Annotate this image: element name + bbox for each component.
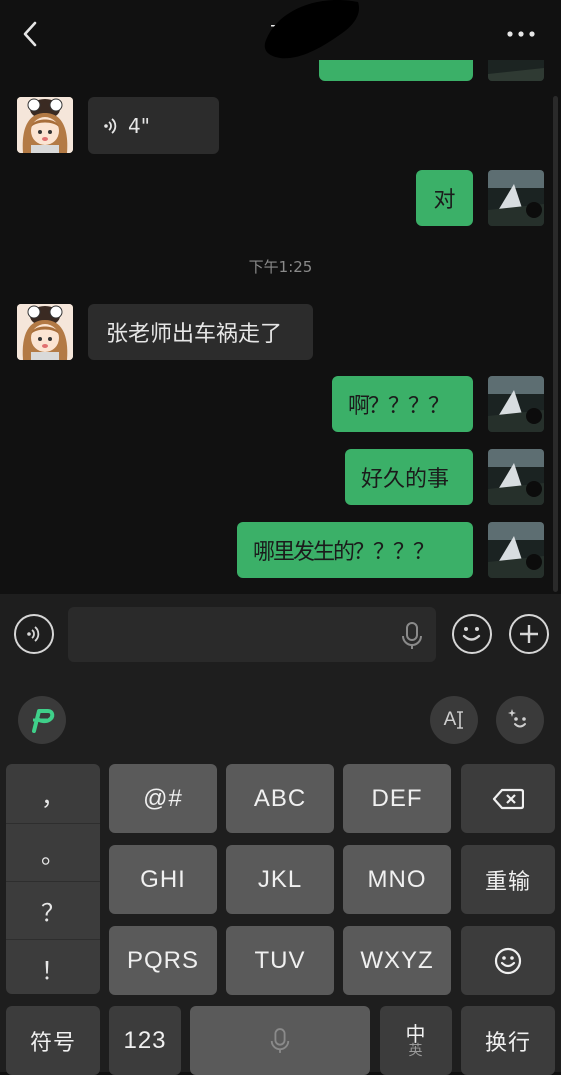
punct-key-period[interactable]: 。 (6, 824, 100, 881)
message-list[interactable]: 4" 对 下午1:25 张老师出车祸走了 啊？？？？ 好久的事 哪里发生的？？？… (0, 60, 561, 594)
smiley-icon (494, 947, 522, 974)
key-mno[interactable]: MNO (343, 845, 451, 914)
backspace-icon (492, 788, 524, 809)
my-avatar[interactable] (488, 522, 544, 578)
outgoing-message-bubble[interactable]: 对 (416, 170, 473, 226)
key-jkl[interactable]: JKL (226, 845, 334, 914)
punct-key-exclaim[interactable]: ！ (6, 940, 100, 997)
voice-input-toggle-button[interactable] (14, 614, 54, 654)
voice-duration: 4" (128, 113, 150, 138)
my-avatar[interactable] (488, 60, 544, 81)
microphone-icon (270, 1027, 290, 1053)
avatar-photo (488, 376, 544, 432)
emoji-key[interactable] (461, 926, 555, 995)
outgoing-message-bubble[interactable]: 好久的事 (345, 449, 473, 505)
retype-key[interactable]: 重输 (461, 845, 555, 914)
outgoing-message-bubble[interactable]: 啊？？？？ (332, 376, 473, 432)
emoji-button[interactable] (452, 614, 492, 654)
font-button-label: A (443, 709, 457, 730)
message-text: 张老师出车祸走了 (106, 322, 283, 347)
key-pqrs[interactable]: PQRS (109, 926, 217, 995)
cartoon-girl-avatar-image (17, 97, 73, 153)
cartoon-girl-avatar-image (17, 304, 73, 360)
incoming-message-bubble[interactable]: 张老师出车祸走了 (88, 304, 313, 360)
numbers-key[interactable]: 123 (109, 1006, 181, 1075)
redaction-scribble (264, 0, 359, 59)
voice-wave-icon (104, 117, 117, 134)
my-avatar[interactable] (488, 376, 544, 432)
more-functions-button[interactable] (509, 614, 549, 654)
more-dots-icon (507, 31, 535, 37)
key-at-hash[interactable]: @# (109, 764, 217, 833)
ime-logo-icon (32, 709, 55, 733)
lang-alt-label: 英 (408, 1042, 424, 1059)
space-key[interactable] (190, 1006, 370, 1075)
scrollbar[interactable] (553, 96, 558, 592)
smiley-icon (462, 627, 481, 641)
sparkle-face-icon (508, 709, 526, 728)
avatar-photo (488, 449, 544, 505)
symbols-key[interactable]: 符号 (6, 1006, 100, 1075)
voice-message-bubble[interactable]: 4" (88, 97, 219, 154)
more-options-button[interactable] (498, 16, 544, 52)
message-text: 好久的事 (361, 467, 450, 492)
key-def[interactable]: DEF (343, 764, 451, 833)
message-text: 啊？？？？ (348, 394, 450, 419)
my-avatar[interactable] (488, 449, 544, 505)
key-ghi[interactable]: GHI (109, 845, 217, 914)
microphone-icon[interactable] (400, 621, 424, 651)
avatar-photo (488, 170, 544, 226)
avatar-photo (488, 522, 544, 578)
avatar-photo (488, 60, 544, 81)
message-text: 哪里发生的？？？？ (253, 540, 435, 565)
cursor-icon (457, 711, 464, 729)
font-size-button[interactable]: A (430, 696, 478, 744)
key-tuv[interactable]: TUV (226, 926, 334, 995)
outgoing-message-bubble[interactable]: 哪里发生的？？？？ (237, 522, 473, 578)
contact-avatar[interactable] (17, 304, 73, 360)
punct-key-comma[interactable]: ， (6, 766, 100, 823)
punct-key-question[interactable]: ？ (6, 882, 100, 939)
sticker-button[interactable] (496, 696, 544, 744)
message-timestamp: 下午1:25 (248, 258, 313, 276)
key-wxyz[interactable]: WXYZ (343, 926, 451, 995)
my-avatar[interactable] (488, 170, 544, 226)
lang-main-label: 中 (405, 1021, 427, 1046)
backspace-key[interactable] (461, 764, 555, 833)
contact-avatar[interactable] (17, 97, 73, 153)
previous-outgoing-bubble[interactable] (319, 60, 473, 81)
message-input[interactable] (68, 607, 436, 662)
ime-logo-button[interactable] (18, 696, 66, 744)
enter-key[interactable]: 换行 (461, 1006, 555, 1075)
key-abc[interactable]: ABC (226, 764, 334, 833)
message-text: 对 (433, 188, 456, 213)
language-switch-key[interactable]: 中 英 (380, 1006, 452, 1075)
voice-wave-icon (27, 626, 40, 642)
plus-icon (520, 625, 538, 643)
